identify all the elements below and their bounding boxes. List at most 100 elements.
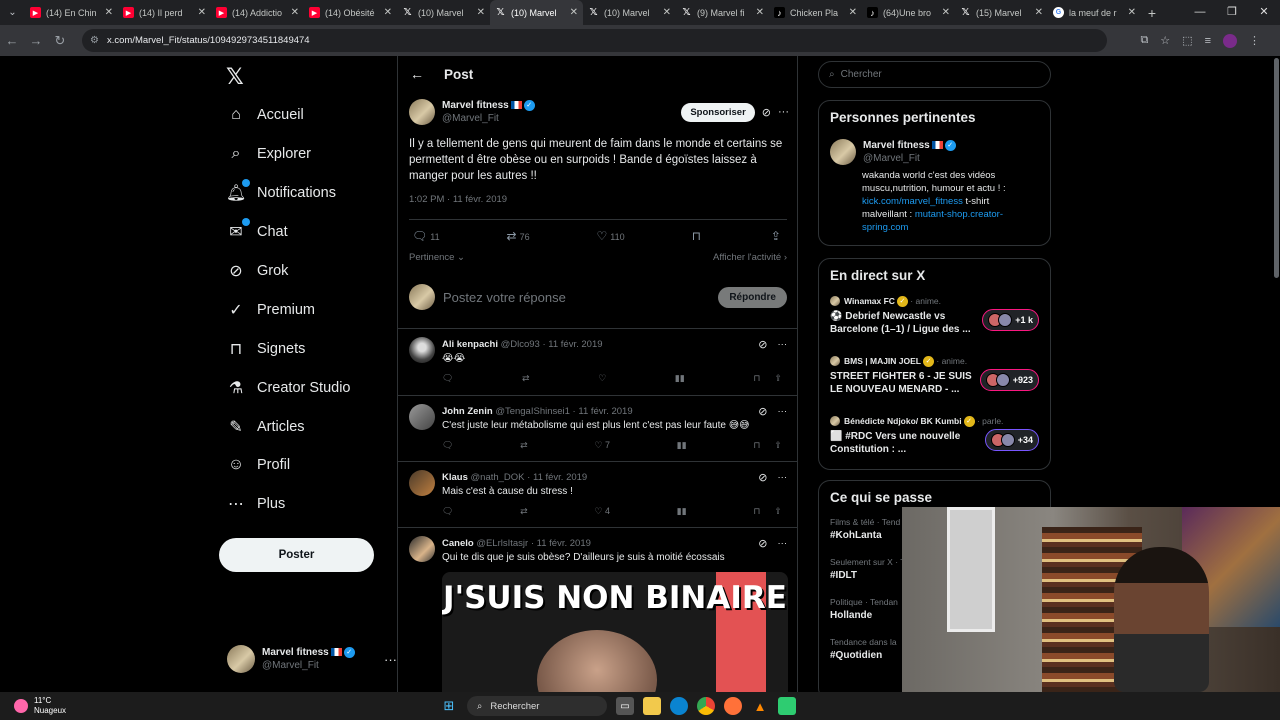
reply-post[interactable]: Klaus @nath_DOK · 11 févr. 2019 ⊘ ··· Mai… xyxy=(398,461,797,527)
like-action[interactable]: ♡ xyxy=(598,373,606,384)
reply-author-name[interactable]: Canelo xyxy=(442,538,474,549)
share-action[interactable]: ⇪ xyxy=(771,229,784,243)
reply-action[interactable]: 🗨 11 xyxy=(412,229,440,243)
post-time[interactable]: 1:02 PM · 11 févr. 2019 xyxy=(409,194,789,205)
reply-author-handle[interactable]: @nath_DOK xyxy=(471,472,525,483)
scrollbar-thumb[interactable] xyxy=(1274,58,1279,278)
reply-media[interactable]: J'SUIS NON BINAIRE xyxy=(442,572,788,692)
more-dots-icon[interactable]: ··· xyxy=(778,106,789,118)
more-dots-icon[interactable]: ··· xyxy=(384,652,397,667)
browser-tab[interactable]: Gla meuf de r ✕ xyxy=(1048,0,1141,25)
post-button[interactable]: Poster xyxy=(219,538,374,572)
reply-date[interactable]: 11 févr. 2019 xyxy=(548,339,602,350)
browser-tab[interactable]: ▶ (14) En Chin ✕ xyxy=(25,0,118,25)
new-tab-button[interactable]: + xyxy=(1141,5,1163,21)
close-tab-icon[interactable]: ✕ xyxy=(477,7,485,18)
app-icon[interactable] xyxy=(778,697,796,715)
media-icon[interactable]: ≡ xyxy=(1205,35,1211,47)
x-logo-icon[interactable]: 𝕏 xyxy=(226,64,244,90)
share-icon[interactable]: ⇪ xyxy=(774,373,782,383)
browser-tab[interactable]: 𝕏 (9) Marvel fi ✕ xyxy=(676,0,769,25)
close-tab-icon[interactable]: ✕ xyxy=(849,7,857,18)
author-handle[interactable]: @Marvel_Fit xyxy=(442,112,681,125)
grok-icon[interactable]: ⊘ xyxy=(758,537,767,550)
task-view-icon[interactable]: ▭ xyxy=(616,697,634,715)
reply-author-name[interactable]: Ali kenpachi xyxy=(442,339,498,350)
like-action[interactable]: ♡ 110 xyxy=(597,229,625,243)
browser-tab[interactable]: ▶ (14) Obésité ✕ xyxy=(304,0,397,25)
close-tab-icon[interactable]: ✕ xyxy=(384,7,392,18)
reply-button[interactable]: Répondre xyxy=(718,286,787,308)
nav-item-profil[interactable]: ☺ Profil xyxy=(226,446,351,485)
repost-icon[interactable]: ⇄ xyxy=(520,440,528,451)
reply-date[interactable]: 11 févr. 2019 xyxy=(537,538,591,549)
nav-item-creator-studio[interactable]: ⚗ Creator Studio xyxy=(226,368,351,407)
grok-icon[interactable]: ⊘ xyxy=(758,405,767,418)
close-window-icon[interactable]: ✕ xyxy=(1248,0,1280,25)
chrome-icon[interactable] xyxy=(697,697,715,715)
close-tab-icon[interactable]: ✕ xyxy=(1128,7,1136,18)
bookmark-icon[interactable]: ⊓ xyxy=(753,373,760,383)
nav-item-notifications[interactable]: 🔔︎ Notifications xyxy=(226,174,351,213)
close-tab-icon[interactable]: ✕ xyxy=(756,7,764,18)
more-dots-icon[interactable]: ··· xyxy=(778,538,788,549)
browser-tab[interactable]: 𝕏 (15) Marvel ✕ xyxy=(955,0,1048,25)
bookmark-icon[interactable]: ⊓ xyxy=(753,506,760,516)
nav-item-plus[interactable]: ⋯ Plus xyxy=(226,485,351,524)
site-info-icon[interactable]: ⚙ xyxy=(90,35,99,46)
nav-item-accueil[interactable]: ⌂ Accueil xyxy=(226,96,351,135)
star-icon[interactable]: ☆ xyxy=(1160,34,1170,47)
firefox-icon[interactable] xyxy=(724,697,742,715)
share-icon[interactable]: ⇪ xyxy=(774,440,782,450)
browser-tab[interactable]: ♪ Chicken Pla ✕ xyxy=(769,0,862,25)
back-icon[interactable]: ← xyxy=(0,33,24,48)
more-dots-icon[interactable]: ··· xyxy=(778,339,788,350)
browser-tab[interactable]: 𝕏 (10) Marvel ✕ xyxy=(397,0,490,25)
nav-item-chat[interactable]: ✉ Chat xyxy=(226,213,351,252)
reply-author-handle[interactable]: @TengaIShinsei1 xyxy=(495,406,570,417)
like-action[interactable]: ♡ 4 xyxy=(594,506,610,517)
nav-item-grok[interactable]: ⊘ Grok xyxy=(226,252,351,291)
nav-item-signets[interactable]: ⊓ Signets xyxy=(226,329,351,368)
file-explorer-icon[interactable] xyxy=(643,697,661,715)
reply-author-name[interactable]: John Zenin xyxy=(442,406,493,417)
relevant-name[interactable]: Marvel fitness xyxy=(863,140,930,151)
share-icon[interactable]: ⇪ xyxy=(774,506,782,516)
account-switcher[interactable]: Marvel fitness ✓ @Marvel_Fit ··· xyxy=(227,643,397,675)
extensions-icon[interactable]: ⬚ xyxy=(1182,34,1192,47)
reply-author-name[interactable]: Klaus xyxy=(442,472,468,483)
live-item[interactable]: Bénédicte Ndjoko/ BK Kumbi ✓ · parle. ⬜ #… xyxy=(830,415,1050,475)
reply-author-handle[interactable]: @ELrlsItasjr xyxy=(476,538,528,549)
like-action[interactable]: ♡ 7 xyxy=(594,440,610,451)
browser-tab[interactable]: ♪ (64)Une bro ✕ xyxy=(862,0,955,25)
close-tab-icon[interactable]: ✕ xyxy=(105,7,113,18)
browser-tab[interactable]: ▶ (14) Il perd ✕ xyxy=(118,0,211,25)
reply-icon[interactable]: 🗨 xyxy=(442,440,453,451)
nav-item-premium[interactable]: ✓ Premium xyxy=(226,290,351,329)
minimize-icon[interactable]: — xyxy=(1184,0,1216,25)
repost-icon[interactable]: ⇄ xyxy=(520,506,528,517)
reply-author-handle[interactable]: @Dlco93 xyxy=(501,339,540,350)
weather-widget[interactable]: 11°C Nuageux xyxy=(14,692,66,720)
avatar[interactable] xyxy=(409,337,435,363)
reload-icon[interactable]: ↻ xyxy=(48,33,72,49)
bookmark-icon[interactable]: ⊓ xyxy=(753,440,760,450)
browser-tab[interactable]: 𝕏 (10) Marvel ✕ xyxy=(490,0,583,25)
reply-icon[interactable]: 🗨 xyxy=(442,373,453,384)
views-icon[interactable]: ▮▮ xyxy=(677,506,687,517)
avatar[interactable] xyxy=(409,536,435,562)
nav-item-articles[interactable]: ✎ Articles xyxy=(226,407,351,446)
browser-tab[interactable]: 𝕏 (10) Marvel ✕ xyxy=(583,0,676,25)
edge-icon[interactable] xyxy=(670,697,688,715)
browser-tab[interactable]: ▶ (14) Addictio ✕ xyxy=(211,0,304,25)
activity-link[interactable]: Afficher l'activité › xyxy=(713,252,787,263)
close-tab-icon[interactable]: ✕ xyxy=(291,7,299,18)
profile-avatar[interactable] xyxy=(1223,33,1237,48)
relevant-handle[interactable]: @Marvel_Fit xyxy=(863,152,956,165)
close-tab-icon[interactable]: ✕ xyxy=(942,7,950,18)
repost-action[interactable]: ⇄ 76 xyxy=(507,229,530,243)
more-dots-icon[interactable]: ··· xyxy=(778,406,788,417)
bio-link-kick[interactable]: kick.com/marvel_fitness xyxy=(862,196,963,207)
grok-icon[interactable]: ⊘ xyxy=(758,471,767,484)
close-tab-icon[interactable]: ✕ xyxy=(570,7,578,18)
